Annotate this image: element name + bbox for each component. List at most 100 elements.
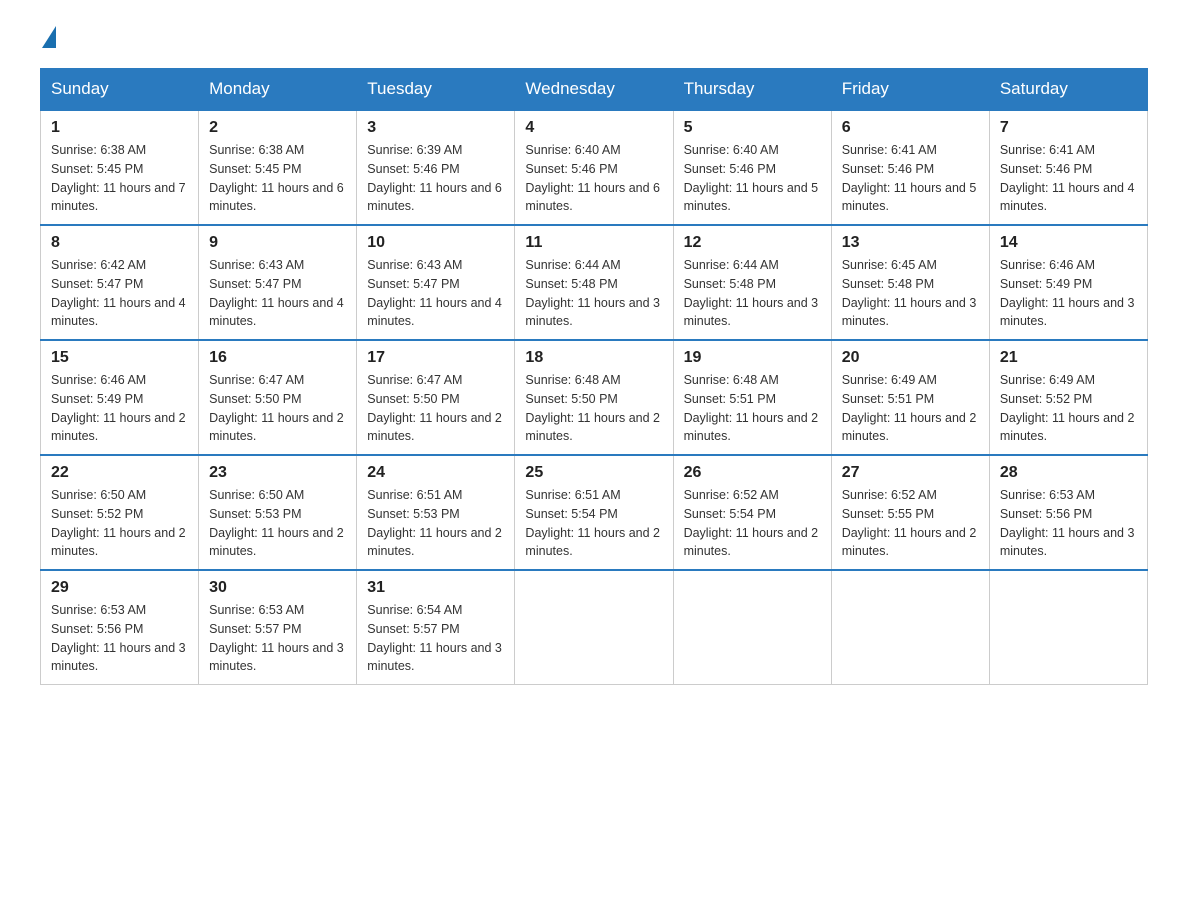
day-number: 18 [525,349,662,367]
day-number: 16 [209,349,346,367]
calendar-day-cell: 27 Sunrise: 6:52 AM Sunset: 5:55 PM Dayl… [831,455,989,570]
calendar-day-cell: 1 Sunrise: 6:38 AM Sunset: 5:45 PM Dayli… [41,110,199,225]
day-number: 28 [1000,464,1137,482]
day-info: Sunrise: 6:49 AM Sunset: 5:52 PM Dayligh… [1000,371,1137,446]
calendar-day-cell: 26 Sunrise: 6:52 AM Sunset: 5:54 PM Dayl… [673,455,831,570]
day-info: Sunrise: 6:45 AM Sunset: 5:48 PM Dayligh… [842,256,979,331]
day-info: Sunrise: 6:50 AM Sunset: 5:53 PM Dayligh… [209,486,346,561]
calendar-header: SundayMondayTuesdayWednesdayThursdayFrid… [41,69,1148,111]
day-info: Sunrise: 6:53 AM Sunset: 5:56 PM Dayligh… [51,601,188,676]
day-number: 30 [209,579,346,597]
calendar-day-cell [515,570,673,685]
day-info: Sunrise: 6:46 AM Sunset: 5:49 PM Dayligh… [51,371,188,446]
day-info: Sunrise: 6:54 AM Sunset: 5:57 PM Dayligh… [367,601,504,676]
calendar-day-cell: 21 Sunrise: 6:49 AM Sunset: 5:52 PM Dayl… [989,340,1147,455]
calendar-day-cell: 23 Sunrise: 6:50 AM Sunset: 5:53 PM Dayl… [199,455,357,570]
calendar-week-row: 8 Sunrise: 6:42 AM Sunset: 5:47 PM Dayli… [41,225,1148,340]
calendar-day-cell: 13 Sunrise: 6:45 AM Sunset: 5:48 PM Dayl… [831,225,989,340]
day-info: Sunrise: 6:50 AM Sunset: 5:52 PM Dayligh… [51,486,188,561]
weekday-header-monday: Monday [199,69,357,111]
day-info: Sunrise: 6:47 AM Sunset: 5:50 PM Dayligh… [209,371,346,446]
day-info: Sunrise: 6:43 AM Sunset: 5:47 PM Dayligh… [209,256,346,331]
calendar-day-cell [989,570,1147,685]
day-number: 11 [525,234,662,252]
day-number: 5 [684,119,821,137]
day-number: 7 [1000,119,1137,137]
day-info: Sunrise: 6:39 AM Sunset: 5:46 PM Dayligh… [367,141,504,216]
day-number: 27 [842,464,979,482]
day-info: Sunrise: 6:51 AM Sunset: 5:53 PM Dayligh… [367,486,504,561]
calendar-day-cell [673,570,831,685]
day-info: Sunrise: 6:47 AM Sunset: 5:50 PM Dayligh… [367,371,504,446]
day-info: Sunrise: 6:38 AM Sunset: 5:45 PM Dayligh… [51,141,188,216]
calendar-day-cell: 31 Sunrise: 6:54 AM Sunset: 5:57 PM Dayl… [357,570,515,685]
day-info: Sunrise: 6:42 AM Sunset: 5:47 PM Dayligh… [51,256,188,331]
calendar-day-cell: 4 Sunrise: 6:40 AM Sunset: 5:46 PM Dayli… [515,110,673,225]
calendar-day-cell: 24 Sunrise: 6:51 AM Sunset: 5:53 PM Dayl… [357,455,515,570]
calendar-day-cell [831,570,989,685]
day-info: Sunrise: 6:46 AM Sunset: 5:49 PM Dayligh… [1000,256,1137,331]
weekday-header-sunday: Sunday [41,69,199,111]
weekday-header-wednesday: Wednesday [515,69,673,111]
day-number: 14 [1000,234,1137,252]
day-number: 23 [209,464,346,482]
calendar-day-cell: 25 Sunrise: 6:51 AM Sunset: 5:54 PM Dayl… [515,455,673,570]
day-number: 9 [209,234,346,252]
weekday-header-tuesday: Tuesday [357,69,515,111]
calendar-day-cell: 28 Sunrise: 6:53 AM Sunset: 5:56 PM Dayl… [989,455,1147,570]
calendar-day-cell: 6 Sunrise: 6:41 AM Sunset: 5:46 PM Dayli… [831,110,989,225]
calendar-day-cell: 5 Sunrise: 6:40 AM Sunset: 5:46 PM Dayli… [673,110,831,225]
day-info: Sunrise: 6:52 AM Sunset: 5:55 PM Dayligh… [842,486,979,561]
calendar-day-cell: 22 Sunrise: 6:50 AM Sunset: 5:52 PM Dayl… [41,455,199,570]
day-info: Sunrise: 6:53 AM Sunset: 5:56 PM Dayligh… [1000,486,1137,561]
day-number: 4 [525,119,662,137]
day-info: Sunrise: 6:48 AM Sunset: 5:50 PM Dayligh… [525,371,662,446]
day-number: 6 [842,119,979,137]
weekday-header-row: SundayMondayTuesdayWednesdayThursdayFrid… [41,69,1148,111]
day-number: 24 [367,464,504,482]
calendar-body: 1 Sunrise: 6:38 AM Sunset: 5:45 PM Dayli… [41,110,1148,685]
day-number: 17 [367,349,504,367]
day-info: Sunrise: 6:43 AM Sunset: 5:47 PM Dayligh… [367,256,504,331]
day-number: 1 [51,119,188,137]
day-info: Sunrise: 6:38 AM Sunset: 5:45 PM Dayligh… [209,141,346,216]
calendar-day-cell: 7 Sunrise: 6:41 AM Sunset: 5:46 PM Dayli… [989,110,1147,225]
day-number: 22 [51,464,188,482]
day-info: Sunrise: 6:44 AM Sunset: 5:48 PM Dayligh… [525,256,662,331]
day-info: Sunrise: 6:52 AM Sunset: 5:54 PM Dayligh… [684,486,821,561]
calendar-day-cell: 16 Sunrise: 6:47 AM Sunset: 5:50 PM Dayl… [199,340,357,455]
day-number: 21 [1000,349,1137,367]
calendar-day-cell: 10 Sunrise: 6:43 AM Sunset: 5:47 PM Dayl… [357,225,515,340]
day-info: Sunrise: 6:44 AM Sunset: 5:48 PM Dayligh… [684,256,821,331]
day-number: 29 [51,579,188,597]
calendar-day-cell: 17 Sunrise: 6:47 AM Sunset: 5:50 PM Dayl… [357,340,515,455]
calendar-day-cell: 15 Sunrise: 6:46 AM Sunset: 5:49 PM Dayl… [41,340,199,455]
calendar-day-cell: 29 Sunrise: 6:53 AM Sunset: 5:56 PM Dayl… [41,570,199,685]
calendar-day-cell: 11 Sunrise: 6:44 AM Sunset: 5:48 PM Dayl… [515,225,673,340]
calendar-week-row: 15 Sunrise: 6:46 AM Sunset: 5:49 PM Dayl… [41,340,1148,455]
day-number: 2 [209,119,346,137]
calendar-day-cell: 8 Sunrise: 6:42 AM Sunset: 5:47 PM Dayli… [41,225,199,340]
day-number: 26 [684,464,821,482]
day-number: 10 [367,234,504,252]
logo-triangle-icon [42,26,56,48]
logo [40,30,56,48]
weekday-header-friday: Friday [831,69,989,111]
header [40,30,1148,48]
weekday-header-saturday: Saturday [989,69,1147,111]
day-number: 25 [525,464,662,482]
calendar-day-cell: 3 Sunrise: 6:39 AM Sunset: 5:46 PM Dayli… [357,110,515,225]
calendar-day-cell: 18 Sunrise: 6:48 AM Sunset: 5:50 PM Dayl… [515,340,673,455]
day-info: Sunrise: 6:40 AM Sunset: 5:46 PM Dayligh… [525,141,662,216]
calendar-week-row: 29 Sunrise: 6:53 AM Sunset: 5:56 PM Dayl… [41,570,1148,685]
calendar-week-row: 1 Sunrise: 6:38 AM Sunset: 5:45 PM Dayli… [41,110,1148,225]
calendar-day-cell: 2 Sunrise: 6:38 AM Sunset: 5:45 PM Dayli… [199,110,357,225]
day-number: 15 [51,349,188,367]
day-number: 12 [684,234,821,252]
day-number: 19 [684,349,821,367]
day-number: 13 [842,234,979,252]
day-number: 20 [842,349,979,367]
calendar-day-cell: 19 Sunrise: 6:48 AM Sunset: 5:51 PM Dayl… [673,340,831,455]
day-info: Sunrise: 6:53 AM Sunset: 5:57 PM Dayligh… [209,601,346,676]
calendar-week-row: 22 Sunrise: 6:50 AM Sunset: 5:52 PM Dayl… [41,455,1148,570]
